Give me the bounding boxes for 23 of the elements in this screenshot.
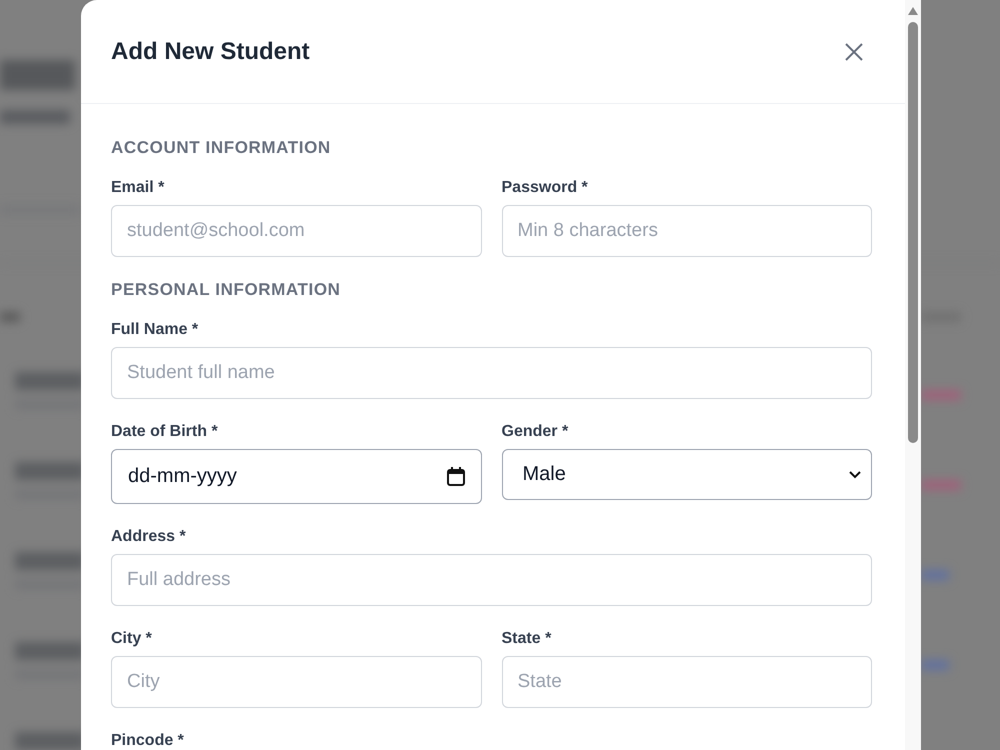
field-label: Email * bbox=[111, 178, 164, 198]
date-field[interactable]: dd-mm-yyyy bbox=[111, 449, 482, 504]
field-label: State * bbox=[502, 629, 552, 649]
text-field[interactable]: City bbox=[111, 656, 482, 708]
field-label: Pincode * bbox=[111, 731, 184, 750]
text-field[interactable]: student@school.com bbox=[111, 205, 482, 257]
field-label: Password * bbox=[502, 178, 588, 198]
chevron-down-icon bbox=[849, 470, 861, 478]
text-field[interactable]: Full address bbox=[111, 554, 872, 606]
calendar-icon bbox=[446, 467, 464, 486]
close-icon[interactable] bbox=[843, 40, 865, 62]
section-heading: PERSONAL INFORMATION bbox=[111, 280, 341, 300]
field-label: Address * bbox=[111, 527, 186, 547]
text-field[interactable]: Min 8 characters bbox=[502, 205, 872, 257]
field-label: Gender * bbox=[502, 422, 568, 442]
field-label: Date of Birth * bbox=[111, 422, 218, 442]
field-label: City * bbox=[111, 629, 152, 649]
section-heading: ACCOUNT INFORMATION bbox=[111, 138, 331, 158]
text-field[interactable]: State bbox=[502, 656, 872, 708]
field-label: Full Name * bbox=[111, 320, 198, 340]
text-field[interactable]: Student full name bbox=[111, 347, 872, 399]
dialog-title: Add New Student bbox=[111, 38, 310, 66]
gender-dropdown[interactable]: Male bbox=[502, 449, 872, 500]
